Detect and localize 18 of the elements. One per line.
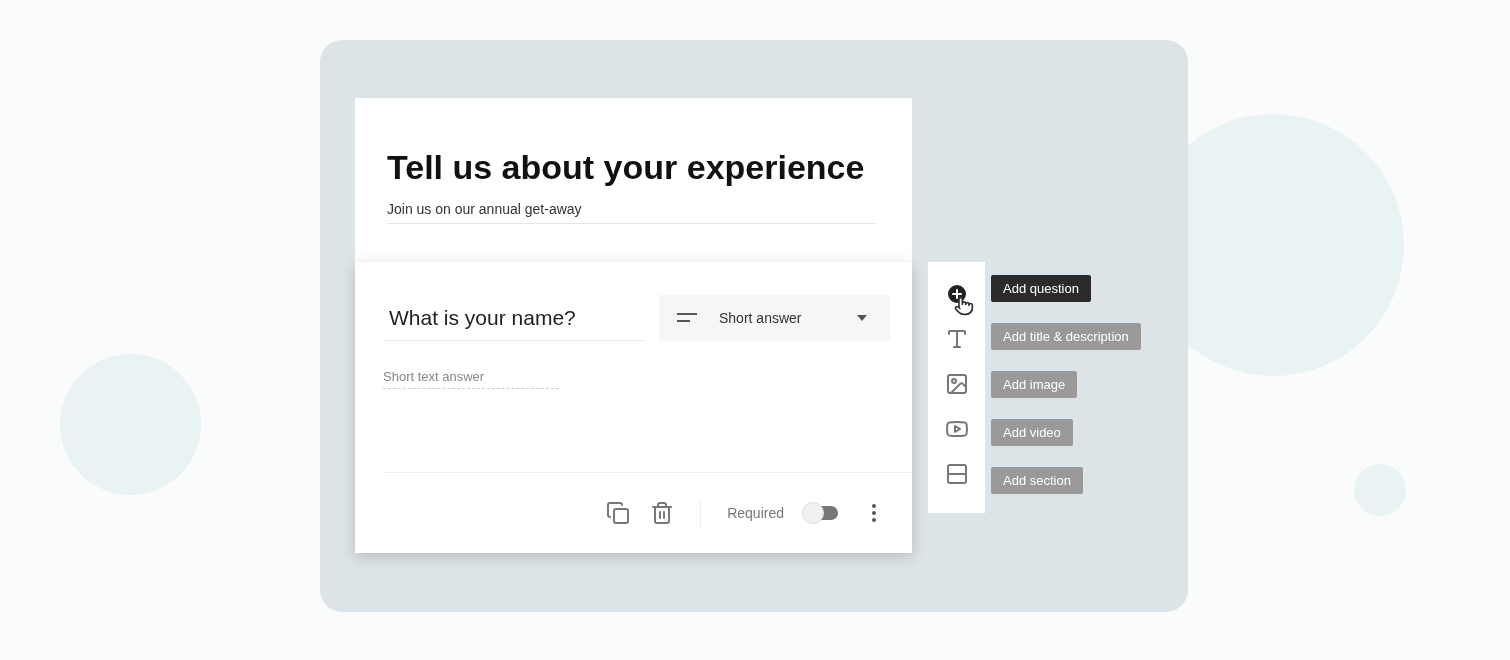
form-title[interactable]: Tell us about your experience — [387, 148, 876, 187]
caret-icon — [856, 314, 868, 322]
tooltip: Add question — [991, 275, 1091, 302]
tooltip: Add video — [991, 419, 1073, 446]
tooltip: Add image — [991, 371, 1078, 398]
tooltip: Add title & description — [991, 323, 1141, 350]
question-type-dropdown[interactable]: Short answer — [659, 295, 890, 341]
form-description[interactable]: Join us on our annual get-away — [387, 201, 876, 224]
tooltip: Add section — [991, 467, 1083, 494]
duplicate-icon[interactable] — [606, 501, 631, 525]
section-icon — [944, 462, 969, 486]
delete-icon[interactable] — [650, 501, 675, 525]
required-label: Required — [727, 505, 784, 521]
hand-cursor-icon — [953, 296, 974, 316]
answer-field: Short text answer — [383, 369, 559, 389]
image-icon — [944, 372, 969, 396]
short-text-icon — [677, 312, 697, 324]
question-title-field[interactable]: What is your name? — [383, 295, 645, 341]
